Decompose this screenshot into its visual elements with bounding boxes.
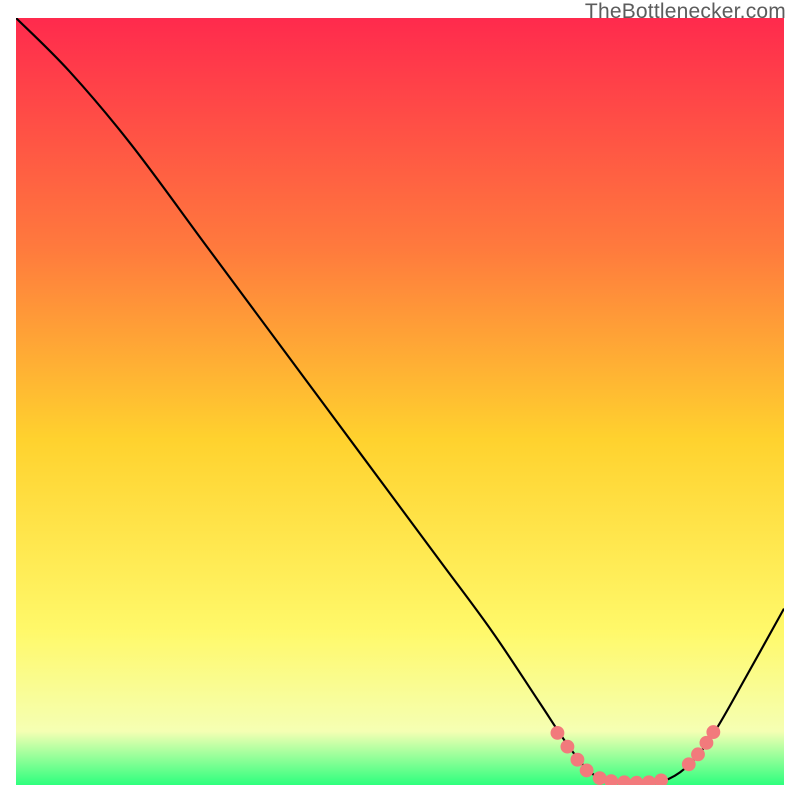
- data-marker: [655, 774, 668, 785]
- data-marker: [618, 776, 631, 785]
- curve-layer: [16, 18, 784, 785]
- bottleneck-curve: [16, 18, 784, 783]
- data-marker: [551, 726, 564, 739]
- data-marker: [605, 775, 618, 785]
- data-marker: [571, 753, 584, 766]
- data-marker: [593, 772, 606, 785]
- data-marker: [691, 748, 704, 761]
- data-marker: [561, 740, 574, 753]
- data-marker: [630, 776, 643, 785]
- data-marker: [707, 726, 720, 739]
- marker-group: [551, 726, 720, 785]
- plot-area: [16, 18, 784, 785]
- data-marker: [580, 764, 593, 777]
- chart-container: TheBottlenecker.com: [0, 0, 800, 800]
- data-marker: [642, 776, 655, 785]
- data-marker: [682, 758, 695, 771]
